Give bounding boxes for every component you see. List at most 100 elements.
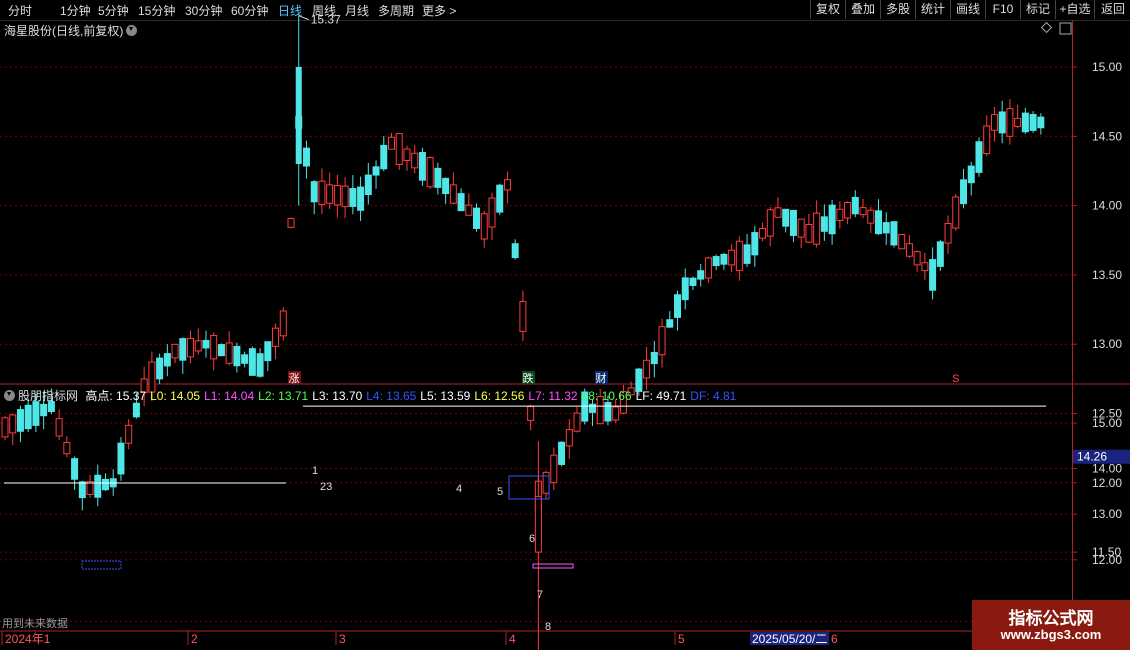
candle-body (689, 277, 697, 286)
candle-body (929, 259, 937, 291)
candle-body (318, 180, 326, 206)
candle-body (1029, 113, 1037, 131)
candle-body (341, 185, 349, 208)
candle-body (256, 353, 264, 377)
y-tick-label: 12.00 (1092, 476, 1122, 490)
candle-body (751, 232, 759, 256)
candle-body (488, 197, 496, 228)
fall-marker-text: 跌 (523, 371, 534, 385)
candle-body (519, 301, 527, 332)
level-number: 5 (497, 486, 503, 498)
level-number: 23 (320, 481, 332, 493)
price-chart[interactable]: 15.3710.66涨跌财S 12345678 2024年1234562025/… (0, 0, 1130, 650)
candle-body (836, 208, 844, 221)
candle-body (434, 167, 442, 188)
candle-body (859, 207, 867, 216)
level-number: 1 (312, 465, 318, 477)
indicator-value-10: LF: 49.71 (635, 389, 687, 403)
candle-body (921, 262, 929, 271)
candle-body (449, 184, 457, 204)
candle-body (998, 111, 1006, 134)
level-number: 6 (529, 533, 535, 545)
candle-body (55, 418, 63, 437)
candle-body (264, 341, 272, 362)
candle-body (32, 401, 40, 426)
candle-body (388, 136, 395, 150)
candle-body (905, 243, 913, 257)
x-tick-label: 2 (191, 632, 198, 646)
candle-body (550, 454, 558, 484)
candle-body (759, 228, 767, 239)
candle-body (658, 326, 666, 356)
candle-body (457, 193, 465, 212)
candle-body (720, 253, 728, 265)
candle-body (241, 354, 249, 364)
candle-body (357, 186, 365, 211)
candle-body (612, 406, 620, 421)
x-tick-label: 4 (509, 632, 516, 646)
sub-y-tick-label: 13.00 (1092, 507, 1122, 521)
candle-body (650, 352, 658, 365)
candle-body (333, 185, 341, 206)
indicator-value-9: L8: 10.66 (581, 389, 632, 403)
candle-body (94, 474, 102, 498)
indicator-value-6: L5: 13.59 (420, 389, 471, 403)
indicator-name: 股朋指标网 (18, 389, 79, 403)
candle-body (674, 294, 682, 318)
candle-body (171, 343, 179, 359)
candle-body (418, 152, 426, 181)
candle-body (411, 152, 419, 169)
candle-body (187, 338, 195, 358)
candle-body (558, 441, 566, 465)
candle-body (9, 414, 17, 434)
candle-body (666, 319, 674, 328)
candle-body (643, 359, 651, 379)
watermark-url: www.zbgs3.com (1000, 627, 1102, 642)
indicator-value-3: L2: 13.71 (258, 389, 309, 403)
candle-body (874, 210, 882, 235)
candle-body (990, 114, 998, 131)
candle-body (473, 207, 481, 229)
candle-body (349, 188, 357, 207)
candle-body (890, 221, 898, 246)
candle-body (179, 338, 187, 361)
sub-y-tick-label: 12.00 (1092, 553, 1122, 567)
candle-body (233, 345, 241, 367)
candle-body (442, 177, 450, 195)
candle-body (156, 357, 164, 380)
candle-body (882, 222, 890, 234)
candle-body (302, 147, 310, 167)
candle-body (326, 184, 334, 204)
watermark-title: 指标公式网 (1008, 609, 1094, 628)
candle-body (117, 442, 125, 475)
y-tick-label: 14.50 (1092, 129, 1122, 143)
candle-body (728, 249, 736, 266)
chevron-down-icon[interactable] (4, 390, 15, 401)
candle-body (813, 212, 821, 245)
y-tick-label: 15.00 (1092, 60, 1122, 74)
candle-body (697, 270, 705, 280)
candle-body (511, 243, 519, 259)
finance-marker-text: 财 (596, 371, 607, 385)
candle-body (789, 209, 797, 236)
candle-body (867, 209, 875, 224)
candle-body (465, 204, 473, 216)
candle-body (797, 218, 805, 238)
indicator-value-4: L3: 13.70 (312, 389, 363, 403)
candle-body (534, 496, 542, 553)
candle-body (310, 181, 318, 203)
indicator-value-7: L6: 12.56 (474, 389, 525, 403)
candle-body (125, 424, 133, 444)
cursor-date-label: 2025/05/20/二 (752, 632, 827, 646)
candle-body (820, 216, 828, 232)
candle-body (1006, 108, 1014, 137)
candle-body (828, 204, 836, 235)
candle-body (16, 409, 24, 432)
candle-body (944, 223, 952, 244)
candle-body (101, 478, 109, 491)
x-tick-label: 2024年1 (5, 632, 51, 646)
candle-body (704, 257, 712, 279)
window-icon (1059, 22, 1072, 35)
candle-body (898, 233, 906, 250)
indicator-value-0: 高点: 15.37 (85, 389, 147, 403)
